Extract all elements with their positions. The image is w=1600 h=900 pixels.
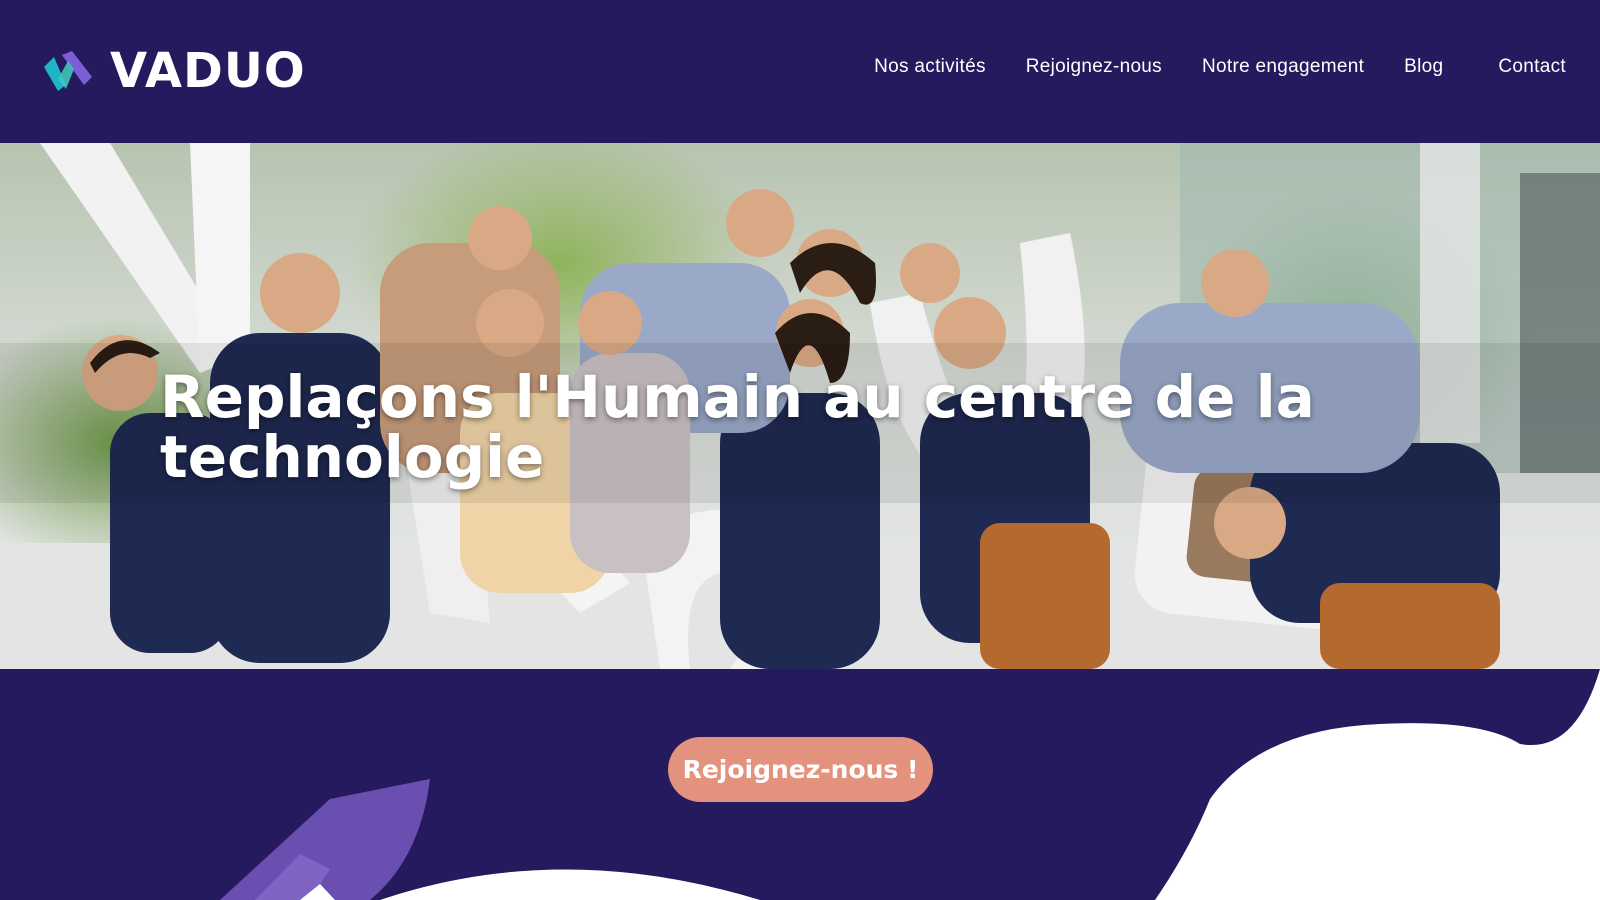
hero-title-line2: technologie <box>160 423 545 491</box>
nav-item-engagement[interactable]: Notre engagement <box>1202 56 1364 78</box>
site-header: VADUO Nos activités Rejoignez-nous Notre… <box>0 0 1600 143</box>
nav-item-blog[interactable]: Blog <box>1404 56 1443 78</box>
hero-title-line1: Replaçons l'Humain au centre de la <box>160 363 1315 431</box>
hero-title: Replaçons l'Humain au centre de la techn… <box>160 367 1360 487</box>
logo-text: VADUO <box>110 43 306 99</box>
main-nav: Nos activités Rejoignez-nous Notre engag… <box>834 56 1566 78</box>
logo-link[interactable]: VADUO <box>40 46 306 96</box>
nav-item-rejoignez-nous[interactable]: Rejoignez-nous <box>1026 56 1162 78</box>
nav-item-activites[interactable]: Nos activités <box>874 56 986 78</box>
nav-item-contact[interactable]: Contact <box>1498 56 1566 78</box>
vaduo-logo-mark-icon <box>44 51 92 91</box>
hero-banner: Replaçons l'Humain au centre de la techn… <box>0 143 1600 669</box>
join-us-button[interactable]: Rejoignez-nous ! <box>668 737 933 802</box>
